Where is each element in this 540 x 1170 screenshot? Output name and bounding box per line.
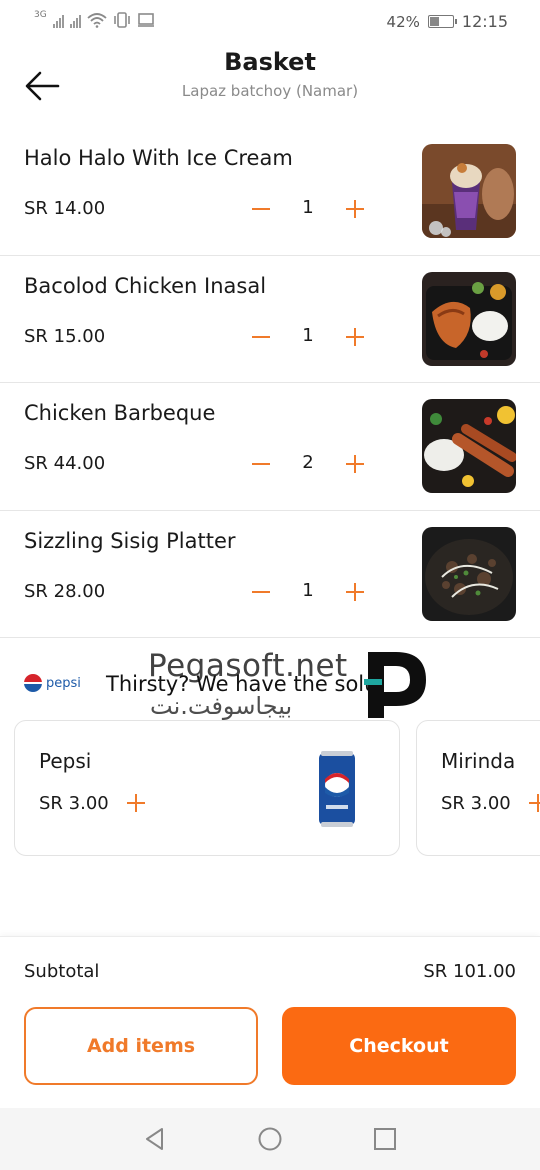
subtotal-label: Subtotal [24, 961, 100, 982]
add-drink-button[interactable] [123, 790, 149, 816]
decrease-quantity-button[interactable] [246, 194, 276, 224]
quantity-value: 2 [302, 452, 314, 473]
drink-price: SR 3.00 [39, 793, 109, 814]
drink-card[interactable]: Mirinda SR 3.00 [416, 720, 540, 856]
pepsi-wordmark: pepsi [46, 675, 81, 691]
item-price: SR 15.00 [24, 325, 106, 347]
pepsi-globe-icon [24, 674, 42, 692]
status-right: 42% 12:15 [387, 12, 508, 31]
battery-icon [427, 15, 457, 28]
halo-halo-photo [422, 144, 516, 238]
quantity-value: 1 [302, 197, 314, 218]
quantity-stepper: 1 [246, 577, 370, 607]
basket-item: Chicken Barbeque SR 44.00 2 [0, 383, 540, 511]
decrease-quantity-button[interactable] [246, 577, 276, 607]
item-name: Halo Halo With Ice Cream [24, 146, 293, 170]
quantity-value: 1 [302, 579, 314, 601]
basket-items-list: Halo Halo With Ice Cream SR 14.00 1 Baco… [0, 128, 540, 638]
chicken-barbeque-photo [422, 399, 516, 493]
add-drink-button[interactable] [525, 790, 540, 816]
item-price: SR 14.00 [24, 198, 106, 219]
basket-item: Sizzling Sisig Platter SR 28.00 1 [0, 511, 540, 638]
status-bar: 3G 42% 12:15 [0, 0, 540, 44]
quantity-stepper: 1 [246, 322, 370, 352]
watermark-logo-icon [364, 652, 426, 718]
add-items-button[interactable]: Add items [24, 1007, 258, 1085]
quantity-value: 1 [302, 324, 314, 346]
wifi-icon [87, 13, 107, 28]
item-name: Chicken Barbeque [24, 401, 216, 425]
quantity-stepper: 2 [246, 449, 370, 479]
drinks-promo-banner: pepsi Pegasoft.net بيجاسوفت.نت Thirsty? … [0, 648, 540, 720]
basket-item: Bacolod Chicken Inasal SR 15.00 1 [0, 256, 540, 383]
header: Basket Lapaz batchoy (Namar) [0, 44, 540, 120]
sisig-platter-photo [422, 526, 516, 621]
status-left: 3G [34, 10, 155, 28]
basket-item: Halo Halo With Ice Cream SR 14.00 1 [0, 128, 540, 256]
restaurant-name: Lapaz batchoy (Namar) [181, 82, 359, 100]
home-circle-icon[interactable] [257, 1126, 283, 1152]
item-name: Bacolod Chicken Inasal [24, 273, 267, 298]
pepsi-logo: pepsi [24, 674, 81, 692]
network-type-label: 3G [34, 10, 47, 20]
page-title: Basket [224, 48, 316, 76]
battery-percent: 42% [386, 12, 420, 31]
basket-footer: Subtotal SR 101.00 Add items Checkout [0, 936, 540, 1108]
recents-square-icon[interactable] [372, 1126, 398, 1152]
chicken-inasal-photo [422, 271, 516, 366]
checkout-button[interactable]: Checkout [282, 1007, 516, 1085]
increase-quantity-button[interactable] [340, 449, 370, 479]
increase-quantity-button[interactable] [340, 322, 370, 352]
clock: 12:15 [461, 12, 508, 31]
signal-bars-icon-2 [69, 12, 81, 28]
increase-quantity-button[interactable] [340, 194, 370, 224]
item-name: Sizzling Sisig Platter [24, 528, 236, 553]
item-price: SR 28.00 [24, 580, 106, 602]
watermark-arabic-text: بيجاسوفت.نت [150, 692, 293, 720]
quantity-stepper: 1 [246, 194, 370, 224]
increase-quantity-button[interactable] [340, 577, 370, 607]
decrease-quantity-button[interactable] [246, 322, 276, 352]
drink-card[interactable]: Pepsi SR 3.00 [14, 720, 400, 856]
battery-fill [429, 17, 439, 26]
system-nav-bar [0, 1108, 540, 1170]
drink-name: Mirinda [441, 749, 516, 773]
back-triangle-icon[interactable] [142, 1126, 168, 1152]
drink-price: SR 3.00 [441, 793, 511, 814]
item-price: SR 44.00 [24, 453, 106, 474]
vibrate-icon [113, 12, 130, 28]
decrease-quantity-button[interactable] [246, 449, 276, 479]
subtotal-value: SR 101.00 [423, 961, 516, 982]
cast-icon [137, 13, 154, 27]
drink-name: Pepsi [39, 749, 92, 773]
drinks-carousel[interactable]: Pepsi SR 3.00 Mirinda SR 3.00 [0, 720, 540, 860]
signal-bars-icon [52, 12, 64, 28]
pepsi-can [319, 751, 355, 827]
